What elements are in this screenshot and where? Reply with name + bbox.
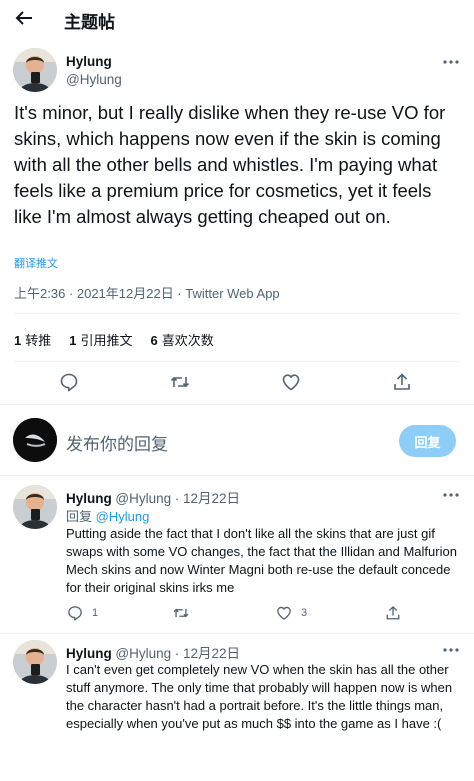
divider	[14, 313, 460, 314]
avatar[interactable]	[13, 485, 57, 529]
reply-author-name[interactable]: Hylung	[66, 646, 112, 661]
tweet-text: It's minor, but I really dislike when th…	[14, 102, 446, 227]
retweet-icon	[173, 608, 189, 618]
divider	[0, 404, 474, 405]
reply-text: I can't even get completely new VO when …	[66, 662, 453, 731]
quote-count[interactable]: 1 引用推文	[69, 330, 132, 349]
translate-link[interactable]: 翻译推文	[14, 255, 58, 271]
tweet-stats: 1 转推 1 引用推文 6 喜欢次数	[14, 330, 214, 349]
divider	[0, 475, 474, 476]
reply-author-handle[interactable]: @Hylung	[115, 646, 171, 661]
reply-date[interactable]: · 12月22日	[175, 491, 240, 506]
reply-header: Hylung @Hylung · 12月22日	[66, 487, 240, 507]
author-name[interactable]: Hylung	[66, 54, 112, 69]
reply-comment-action[interactable]: 1	[66, 604, 98, 622]
reply-text: Putting aside the fact that I don't like…	[66, 526, 457, 595]
my-avatar[interactable]	[13, 418, 57, 462]
back-arrow-icon[interactable]	[12, 6, 36, 30]
more-dots-icon[interactable]	[441, 642, 461, 658]
reply-author-handle[interactable]: @Hylung	[115, 491, 171, 506]
reply-like-count: 3	[301, 607, 308, 619]
divider	[0, 633, 474, 634]
reply-retweet-action[interactable]	[172, 604, 190, 622]
retweet-icon[interactable]	[169, 371, 191, 393]
avatar[interactable]	[13, 48, 57, 92]
page-title: 主题帖	[64, 13, 115, 32]
divider	[14, 361, 460, 362]
reply-to-handle[interactable]: @Hylung	[96, 509, 150, 524]
more-dots-icon[interactable]	[441, 54, 461, 70]
reply-date[interactable]: · 12月22日	[175, 646, 240, 661]
tweet-meta: 上午2:36 · 2021年12月22日 · Twitter Web App	[14, 286, 280, 301]
reply-like-action[interactable]: 3	[275, 604, 307, 622]
reply-author-name[interactable]: Hylung	[66, 491, 112, 506]
like-count[interactable]: 6 喜欢次数	[151, 330, 214, 349]
comment-icon	[68, 606, 82, 621]
reply-button[interactable]: 回复	[399, 425, 456, 457]
retweet-count[interactable]: 1 转推	[14, 330, 51, 349]
reply-share-action[interactable]	[384, 604, 402, 622]
share-icon[interactable]	[391, 371, 413, 393]
heart-icon[interactable]	[280, 371, 302, 393]
more-dots-icon[interactable]	[441, 487, 461, 503]
compose-input[interactable]: 发布你的回复	[66, 430, 168, 455]
replying-to: 回复 @Hylung	[66, 509, 150, 524]
heart-icon	[277, 606, 291, 620]
avatar[interactable]	[13, 640, 57, 684]
reply-comment-count: 1	[92, 607, 99, 619]
top-bar: 主题帖	[0, 0, 474, 36]
share-icon	[386, 605, 400, 620]
author-handle[interactable]: @Hylung	[66, 72, 122, 87]
comment-icon[interactable]	[58, 371, 80, 393]
reply-header: Hylung @Hylung · 12月22日	[66, 642, 240, 662]
